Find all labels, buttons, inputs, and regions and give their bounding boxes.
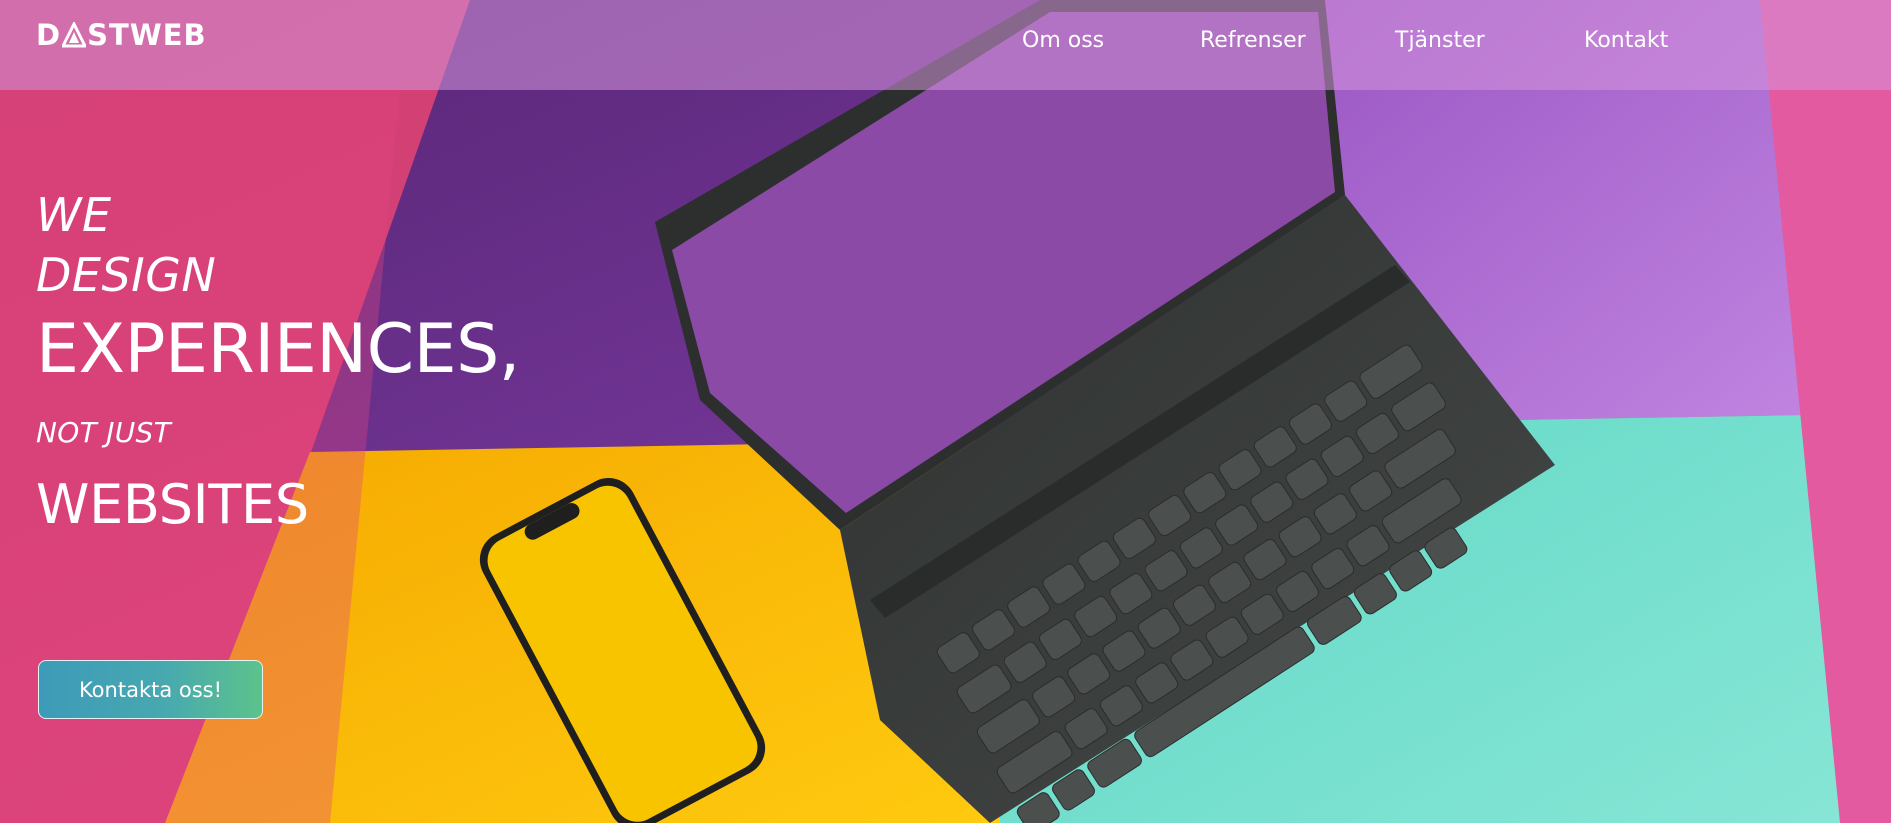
headline-design: DESIGN: [36, 248, 217, 302]
main-nav: Om oss Refrenser Tjänster Kontakt: [0, 28, 1891, 62]
site-header: D STWEB Om oss Refrenser Tjänster Kontak…: [0, 0, 1891, 90]
hero-headline: WE DESIGN EXPERIENCES, NOT JUST WEBSITES: [36, 185, 520, 539]
headline-experiences: EXPERIENCES,: [36, 310, 520, 389]
headline-we: WE: [36, 188, 112, 242]
headline-not-just: NOT JUST: [36, 416, 172, 449]
nav-item-om-oss[interactable]: Om oss: [1022, 28, 1104, 53]
nav-item-kontakt[interactable]: Kontakt: [1584, 28, 1668, 53]
contact-us-button[interactable]: Kontakta oss!: [38, 660, 263, 719]
nav-item-refrenser[interactable]: Refrenser: [1200, 28, 1306, 53]
nav-item-tjanster[interactable]: Tjänster: [1395, 28, 1485, 53]
headline-websites: WEBSITES: [36, 473, 309, 536]
